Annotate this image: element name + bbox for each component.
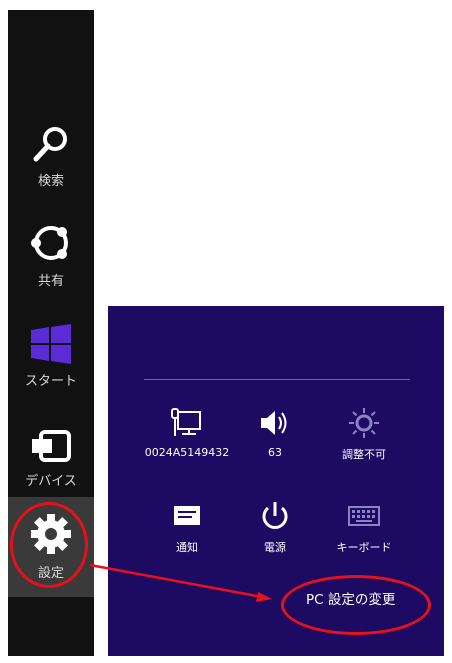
annotation-arrow (89, 563, 272, 602)
